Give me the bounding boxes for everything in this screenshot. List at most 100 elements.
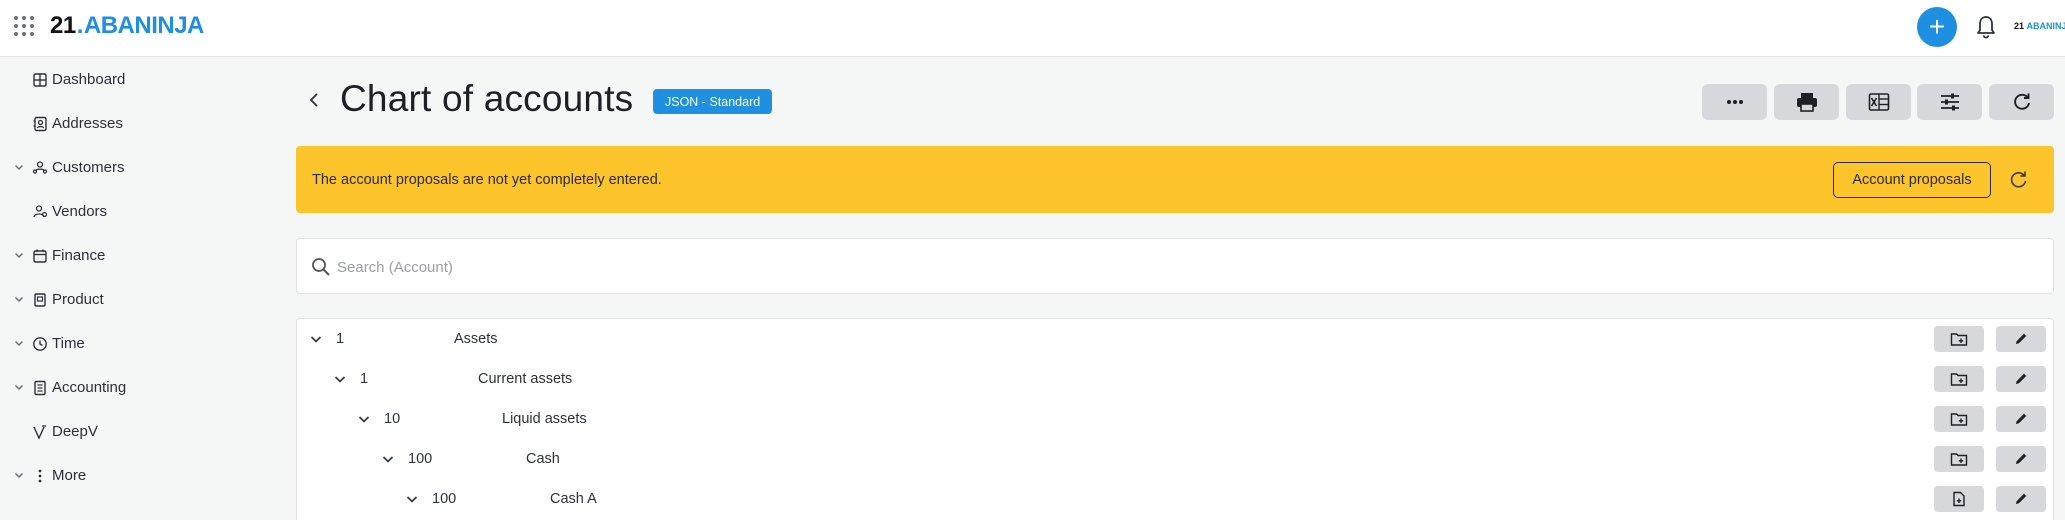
tree-row[interactable]: 100 Cash <box>297 439 2053 479</box>
chevron-down-icon <box>14 164 24 171</box>
chevron-down-icon <box>14 472 24 479</box>
chevron-down-icon[interactable] <box>357 412 371 426</box>
mini-logo-word: ABANINJA <box>2026 21 2065 31</box>
excel-export-button[interactable] <box>1846 84 1911 120</box>
account-tree: 1 Assets 1 Current assets 10 Liquid asse… <box>296 318 2054 520</box>
search-icon <box>312 258 330 276</box>
edit-button[interactable] <box>1996 486 2046 512</box>
more-icon <box>1726 100 1743 104</box>
pencil-icon <box>2016 373 2027 384</box>
account-avatar[interactable]: 21 ABANINJA <box>2014 21 2065 31</box>
chevron-down-icon <box>14 340 24 347</box>
sidebar-item-label: Addresses <box>52 115 123 132</box>
sidebar-item-accounting[interactable]: Accounting <box>0 366 260 410</box>
sidebar-item-label: Time <box>52 335 85 352</box>
accounting-icon <box>34 380 46 396</box>
account-number: 100 <box>408 451 433 467</box>
account-name: Cash A <box>550 491 597 507</box>
sidebar-item-label: Finance <box>52 247 106 264</box>
add-subaccount-button[interactable] <box>1934 326 1984 352</box>
sidebar: Dashboard Addresses Customers Vendors Fi… <box>0 58 270 520</box>
folder-add-icon <box>1950 373 1968 386</box>
sidebar-item-label: Dashboard <box>52 71 126 88</box>
chevron-down-icon[interactable] <box>333 372 347 386</box>
sidebar-item-vendors[interactable]: Vendors <box>0 190 260 234</box>
sidebar-item-label: Product <box>52 291 104 308</box>
deepv-icon <box>33 425 46 440</box>
chevron-down-icon[interactable] <box>381 452 395 466</box>
sidebar-item-product[interactable]: Product <box>0 278 260 322</box>
edit-button[interactable] <box>1996 406 2046 432</box>
search-input[interactable] <box>337 251 2027 283</box>
tree-row[interactable]: 1 Assets <box>297 319 2053 359</box>
tree-row[interactable]: 1 Current assets <box>297 359 2053 399</box>
pencil-icon <box>2016 493 2027 504</box>
edit-button[interactable] <box>1996 326 2046 352</box>
filter-settings-button[interactable] <box>1917 84 1982 120</box>
clock-icon <box>33 337 47 351</box>
account-number: 1 <box>336 331 345 347</box>
dashboard-icon <box>33 73 47 87</box>
sidebar-item-deepv[interactable]: DeepV <box>0 410 260 454</box>
bell-icon[interactable] <box>1974 14 1998 40</box>
banner-message: The account proposals are not yet comple… <box>312 172 662 188</box>
sidebar-item-finance[interactable]: Finance <box>0 234 260 278</box>
edit-button[interactable] <box>1996 366 2046 392</box>
account-number: 1 <box>360 371 369 387</box>
warning-banner: The account proposals are not yet comple… <box>296 146 2054 213</box>
vendors-icon <box>33 205 48 218</box>
chevron-down-icon <box>14 252 24 259</box>
apps-grid-icon[interactable] <box>14 16 36 38</box>
folder-add-icon <box>1950 413 1968 426</box>
add-subaccount-button[interactable] <box>1934 446 1984 472</box>
logo-dot: . <box>76 12 84 39</box>
plus-icon: + <box>1928 11 1946 42</box>
app-logo[interactable]: 21. ABANINJA <box>50 12 204 40</box>
sidebar-item-label: Customers <box>52 159 125 176</box>
refresh-icon <box>2013 93 2030 110</box>
folder-add-icon <box>1950 333 1968 346</box>
account-number: 10 <box>384 411 401 427</box>
filter-settings-icon <box>1940 93 1959 111</box>
sidebar-item-customers[interactable]: Customers <box>0 146 260 190</box>
customers-icon <box>32 161 48 174</box>
chevron-down-icon[interactable] <box>405 492 419 506</box>
tree-row[interactable]: 10 Liquid assets <box>297 399 2053 439</box>
product-icon <box>34 293 46 307</box>
add-subaccount-button[interactable] <box>1934 406 1984 432</box>
mini-logo-number: 21 <box>2014 21 2025 31</box>
chevron-down-icon <box>14 384 24 391</box>
more-vertical-icon <box>38 469 42 483</box>
refresh-button[interactable] <box>1989 84 2054 120</box>
top-bar: 21.ABANINJA + 21 ABANINJA <box>0 0 2065 57</box>
account-proposals-button[interactable]: Account proposals <box>1833 162 1991 198</box>
folder-add-icon <box>1950 453 1968 466</box>
edit-button[interactable] <box>1996 446 2046 472</box>
back-chevron-icon[interactable] <box>307 91 321 109</box>
sidebar-item-more[interactable]: More <box>0 454 260 498</box>
template-badge: JSON - Standard <box>653 89 773 114</box>
print-button[interactable] <box>1774 84 1839 120</box>
add-button[interactable]: + <box>1917 7 1957 47</box>
more-options-button[interactable] <box>1702 84 1767 120</box>
chevron-down-icon[interactable] <box>309 332 323 346</box>
document-add-icon <box>1953 491 1965 507</box>
address-book-icon <box>33 116 47 132</box>
account-name: Assets <box>454 331 498 347</box>
sidebar-item-time[interactable]: Time <box>0 322 260 366</box>
add-subaccount-button[interactable] <box>1934 366 1984 392</box>
sidebar-item-dashboard[interactable]: Dashboard <box>0 58 260 102</box>
sidebar-item-label: Vendors <box>52 203 108 220</box>
search-box <box>296 238 2054 294</box>
print-icon <box>1796 93 1817 112</box>
excel-export-icon <box>1868 93 1889 111</box>
refresh-icon[interactable] <box>2009 170 2029 190</box>
account-name: Liquid assets <box>502 411 587 427</box>
add-document-button[interactable] <box>1934 486 1984 512</box>
tree-row[interactable]: 100 Cash A <box>297 479 2053 519</box>
sidebar-item-label: DeepV <box>52 423 98 440</box>
sidebar-item-addresses[interactable]: Addresses <box>0 102 260 146</box>
sidebar-item-label: Accounting <box>52 379 127 396</box>
pencil-icon <box>2016 453 2027 464</box>
account-name: Cash <box>526 451 560 467</box>
